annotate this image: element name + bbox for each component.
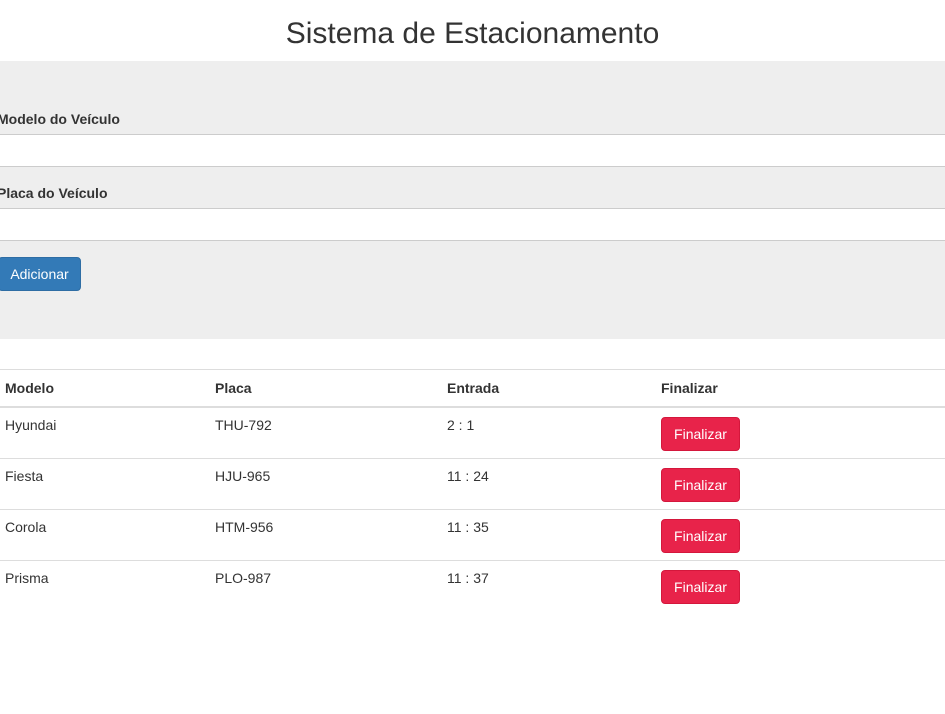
- table-header: Modelo Placa Entrada Finalizar: [0, 369, 945, 408]
- table-row: Fiesta HJU-965 11 : 24 Finalizar: [0, 458, 945, 510]
- table-row: Hyundai THU-792 2 : 1 Finalizar: [0, 407, 945, 459]
- model-input[interactable]: [0, 134, 945, 167]
- cell-entrada: 11 : 37: [442, 560, 656, 611]
- add-button[interactable]: Adicionar: [0, 257, 81, 291]
- header-entrada: Entrada: [442, 369, 656, 408]
- table-row: Prisma PLO-987 11 : 37 Finalizar: [0, 560, 945, 611]
- header-finalizar: Finalizar: [656, 369, 945, 408]
- cell-action: Finalizar: [656, 458, 945, 510]
- cell-placa: PLO-987: [210, 560, 442, 611]
- cell-action: Finalizar: [656, 509, 945, 561]
- plate-input[interactable]: [0, 208, 945, 241]
- page-title: Sistema de Estacionamento: [285, 17, 660, 50]
- cell-action: Finalizar: [656, 407, 945, 459]
- cell-entrada: 11 : 24: [442, 458, 656, 510]
- cell-placa: HJU-965: [210, 458, 442, 510]
- cell-entrada: 11 : 35: [442, 509, 656, 561]
- table-body: Hyundai THU-792 2 : 1 Finalizar Fiesta H…: [0, 407, 945, 611]
- page: Sistema de Estacionamento Modelo do Veíc…: [0, 0, 945, 714]
- cell-placa: HTM-956: [210, 509, 442, 561]
- cell-modelo: Fiesta: [0, 458, 210, 510]
- finalize-button[interactable]: Finalizar: [661, 468, 740, 502]
- vehicles-table: Modelo Placa Entrada Finalizar Hyundai T…: [0, 369, 945, 611]
- finalize-button[interactable]: Finalizar: [661, 417, 740, 451]
- finalize-button[interactable]: Finalizar: [661, 519, 740, 553]
- plate-label: Placa do Veículo: [0, 185, 108, 201]
- cell-action: Finalizar: [656, 560, 945, 611]
- header-modelo: Modelo: [0, 369, 210, 408]
- vehicles-table-container: Modelo Placa Entrada Finalizar Hyundai T…: [0, 369, 945, 611]
- model-label: Modelo do Veículo: [0, 111, 120, 127]
- vehicle-form: Modelo do Veículo Placa do Veículo Adici…: [0, 61, 945, 339]
- cell-placa: THU-792: [215, 417, 272, 433]
- table-header-row: Modelo Placa Entrada Finalizar: [0, 369, 945, 408]
- cell-modelo: Prisma: [0, 560, 210, 611]
- cell-entrada: 2 : 1: [447, 417, 475, 433]
- cell-modelo: Hyundai: [5, 417, 57, 433]
- header-placa: Placa: [210, 369, 442, 408]
- finalize-button[interactable]: Finalizar: [661, 570, 740, 604]
- table-row: Corola HTM-956 11 : 35 Finalizar: [0, 509, 945, 561]
- cell-modelo: Corola: [0, 509, 210, 561]
